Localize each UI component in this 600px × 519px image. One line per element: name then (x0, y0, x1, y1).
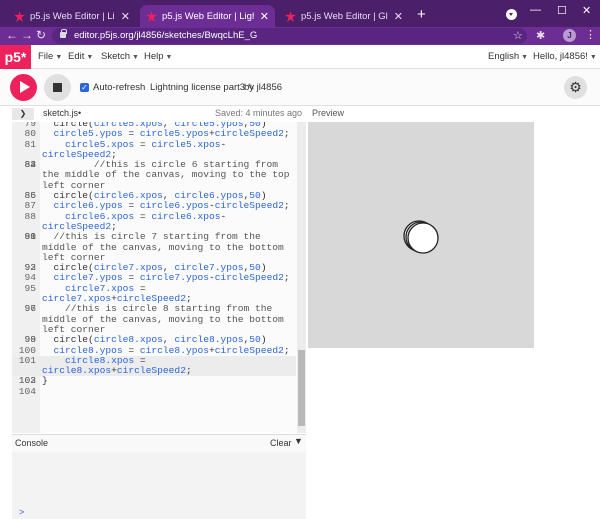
browser-tab-title: p5.js Web Editor | Lightning licen (30, 10, 115, 22)
code-lines[interactable]: 79 circle(circle5.xpos, circle5.ypos,50)… (12, 122, 296, 397)
browser-tab[interactable]: p5.js Web Editor | Gleaming facto ✕ (279, 5, 409, 27)
preview-label: Preview (312, 108, 345, 118)
maximize-icon[interactable]: ☐ (557, 4, 567, 17)
new-tab-button[interactable]: + (417, 6, 426, 23)
code-text: //this is circle 8 starting from the mid… (42, 303, 290, 335)
p5-toolbar: ✓ Auto-refresh Lightning license part3 ✎ … (0, 69, 600, 106)
language-selector[interactable]: English ▼ (488, 51, 528, 62)
auto-refresh-label: Auto-refresh (93, 82, 146, 93)
auto-refresh-checkbox[interactable]: ✓ (80, 83, 89, 92)
stop-button[interactable] (44, 74, 71, 101)
code-line[interactable]: 84 //this is circle 6 starting from the … (12, 159, 296, 191)
code-text: circle5.xpos = circle5.xpos-circleSpeed2… (42, 138, 227, 160)
p5-menubar: p5* File ▼ Edit ▼ Sketch ▼ Help ▼ English ▼ H… (0, 45, 600, 69)
console-panel: Console Clear ▼ > (12, 434, 306, 519)
console-title: Console (15, 438, 49, 448)
play-button[interactable] (10, 74, 37, 101)
code-text: circle8.xpos = circle8.xpos+circleSpeed2… (42, 354, 192, 377)
back-arrow-icon[interactable]: ← (6, 28, 18, 42)
code-line[interactable]: 95 circle7.xpos = circle7.xpos+circleSpe… (12, 282, 296, 305)
editor-scrollbar-thumb[interactable] (298, 350, 305, 426)
browser-menu-icon[interactable]: ⋮ (585, 28, 596, 41)
line-number: 91 (24, 231, 36, 243)
code-line[interactable]: 101 circle8.xpos = circle8.xpos+circleSp… (12, 354, 296, 377)
unsaved-dot-icon: • (78, 108, 82, 118)
menu-help[interactable]: Help ▼ (144, 51, 172, 62)
reload-icon[interactable]: ↻ (36, 28, 46, 42)
tab-search-icon[interactable] (506, 9, 517, 20)
chevron-down-icon: ▼ (165, 54, 173, 61)
menu-edit[interactable]: Edit ▼ (68, 51, 93, 62)
profile-avatar[interactable]: J (563, 29, 576, 42)
bookmark-star-icon[interactable]: ☆ (513, 29, 523, 42)
chevron-down-icon: ▼ (521, 54, 529, 61)
browser-tab-strip: p5.js Web Editor | Lightning licen ✕ p5.… (0, 0, 600, 27)
preview-canvas[interactable] (308, 122, 534, 348)
lock-icon (60, 29, 67, 38)
line-number: 81 (24, 138, 36, 150)
console-header: Console Clear ▼ (12, 435, 306, 452)
left-gutter-strip (0, 122, 12, 519)
browser-tab-title: p5.js Web Editor | Gleaming facto (301, 10, 388, 22)
browser-tab-active[interactable]: p5.js Web Editor | Lightning licen ✕ (140, 5, 275, 27)
close-window-icon[interactable]: ✕ (582, 4, 591, 17)
code-line[interactable]: 91 //this is circle 7 starting from the … (12, 231, 296, 263)
code-line[interactable]: 97 //this is circle 8 starting from the … (12, 304, 296, 335)
code-text: } (42, 375, 48, 387)
chevron-down-icon: ▼ (589, 54, 597, 61)
sketch-output (403, 220, 439, 254)
user-menu[interactable]: Hello, jl4856! ▼ (533, 51, 597, 62)
chevron-down-icon: ▼ (132, 54, 139, 61)
chevron-down-icon: ▼ (55, 54, 63, 61)
p5-favicon-icon (146, 10, 157, 22)
chevron-down-icon[interactable]: ▼ (294, 436, 303, 446)
code-text: circle6.xpos = circle6.xpos-circleSpeed2… (42, 210, 227, 232)
file-tab[interactable]: sketch.js• (43, 108, 81, 118)
saved-status: Saved: 4 minutes ago (215, 108, 303, 118)
sketch-circle (407, 222, 439, 254)
line-number: 97 (24, 303, 36, 315)
line-number: 104 (18, 385, 36, 397)
code-editor[interactable]: 79 circle(circle5.xpos, circle5.ypos,50)… (12, 122, 306, 433)
line-number: 101 (18, 354, 36, 366)
line-number: 95 (24, 282, 36, 294)
console-clear-button[interactable]: Clear (270, 438, 292, 448)
extensions-puzzle-icon[interactable]: ✱ (536, 29, 545, 42)
console-prompt[interactable]: > (19, 507, 24, 517)
p5-favicon-icon (14, 10, 25, 22)
address-bar[interactable]: editor.p5js.org/jl4856/sketches/BwqcLhE_… (52, 28, 527, 44)
minimize-icon[interactable]: — (530, 4, 541, 16)
settings-gear-icon[interactable]: ⚙ (564, 76, 587, 99)
sketch-author: by jl4856 (244, 82, 283, 93)
editor-header: ❯ sketch.js• Saved: 4 minutes ago (0, 106, 306, 122)
menu-sketch[interactable]: Sketch ▼ (101, 51, 139, 62)
code-text: circle7.xpos = circle7.xpos+circleSpeed2… (42, 282, 192, 305)
browser-tab-title: p5.js Web Editor | Lightning licen (162, 10, 254, 22)
forward-arrow-icon[interactable]: → (21, 28, 33, 42)
sketch-name[interactable]: Lightning license part3 ✎ (150, 82, 255, 93)
p5-favicon-icon (285, 10, 296, 22)
close-tab-icon[interactable]: ✕ (121, 10, 130, 23)
url-text: editor.p5js.org/jl4856/sketches/BwqcLhE_… (74, 30, 258, 41)
line-number: 84 (24, 159, 36, 171)
menu-file[interactable]: File ▼ (38, 51, 62, 62)
expand-sidebar-button[interactable]: ❯ (12, 108, 34, 120)
line-number: 99 (24, 334, 36, 346)
p5-logo[interactable]: p5* (0, 45, 31, 69)
code-text: //this is circle 7 starting from the mid… (42, 231, 290, 263)
close-tab-icon[interactable]: ✕ (260, 10, 269, 23)
code-line[interactable]: 103} (12, 375, 296, 387)
chevron-down-icon: ▼ (86, 54, 94, 61)
code-line[interactable]: 81 circle5.xpos = circle5.xpos-circleSpe… (12, 138, 296, 161)
browser-address-row: ← → ↻ editor.p5js.org/jl4856/sketches/Bw… (0, 27, 600, 45)
close-tab-icon[interactable]: ✕ (394, 10, 403, 23)
code-line[interactable]: 88 circle6.xpos = circle6.xpos-circleSpe… (12, 210, 296, 233)
line-number: 88 (24, 210, 36, 222)
code-text: //this is circle 6 starting from the mid… (42, 159, 296, 191)
browser-tab[interactable]: p5.js Web Editor | Lightning licen ✕ (8, 5, 136, 27)
